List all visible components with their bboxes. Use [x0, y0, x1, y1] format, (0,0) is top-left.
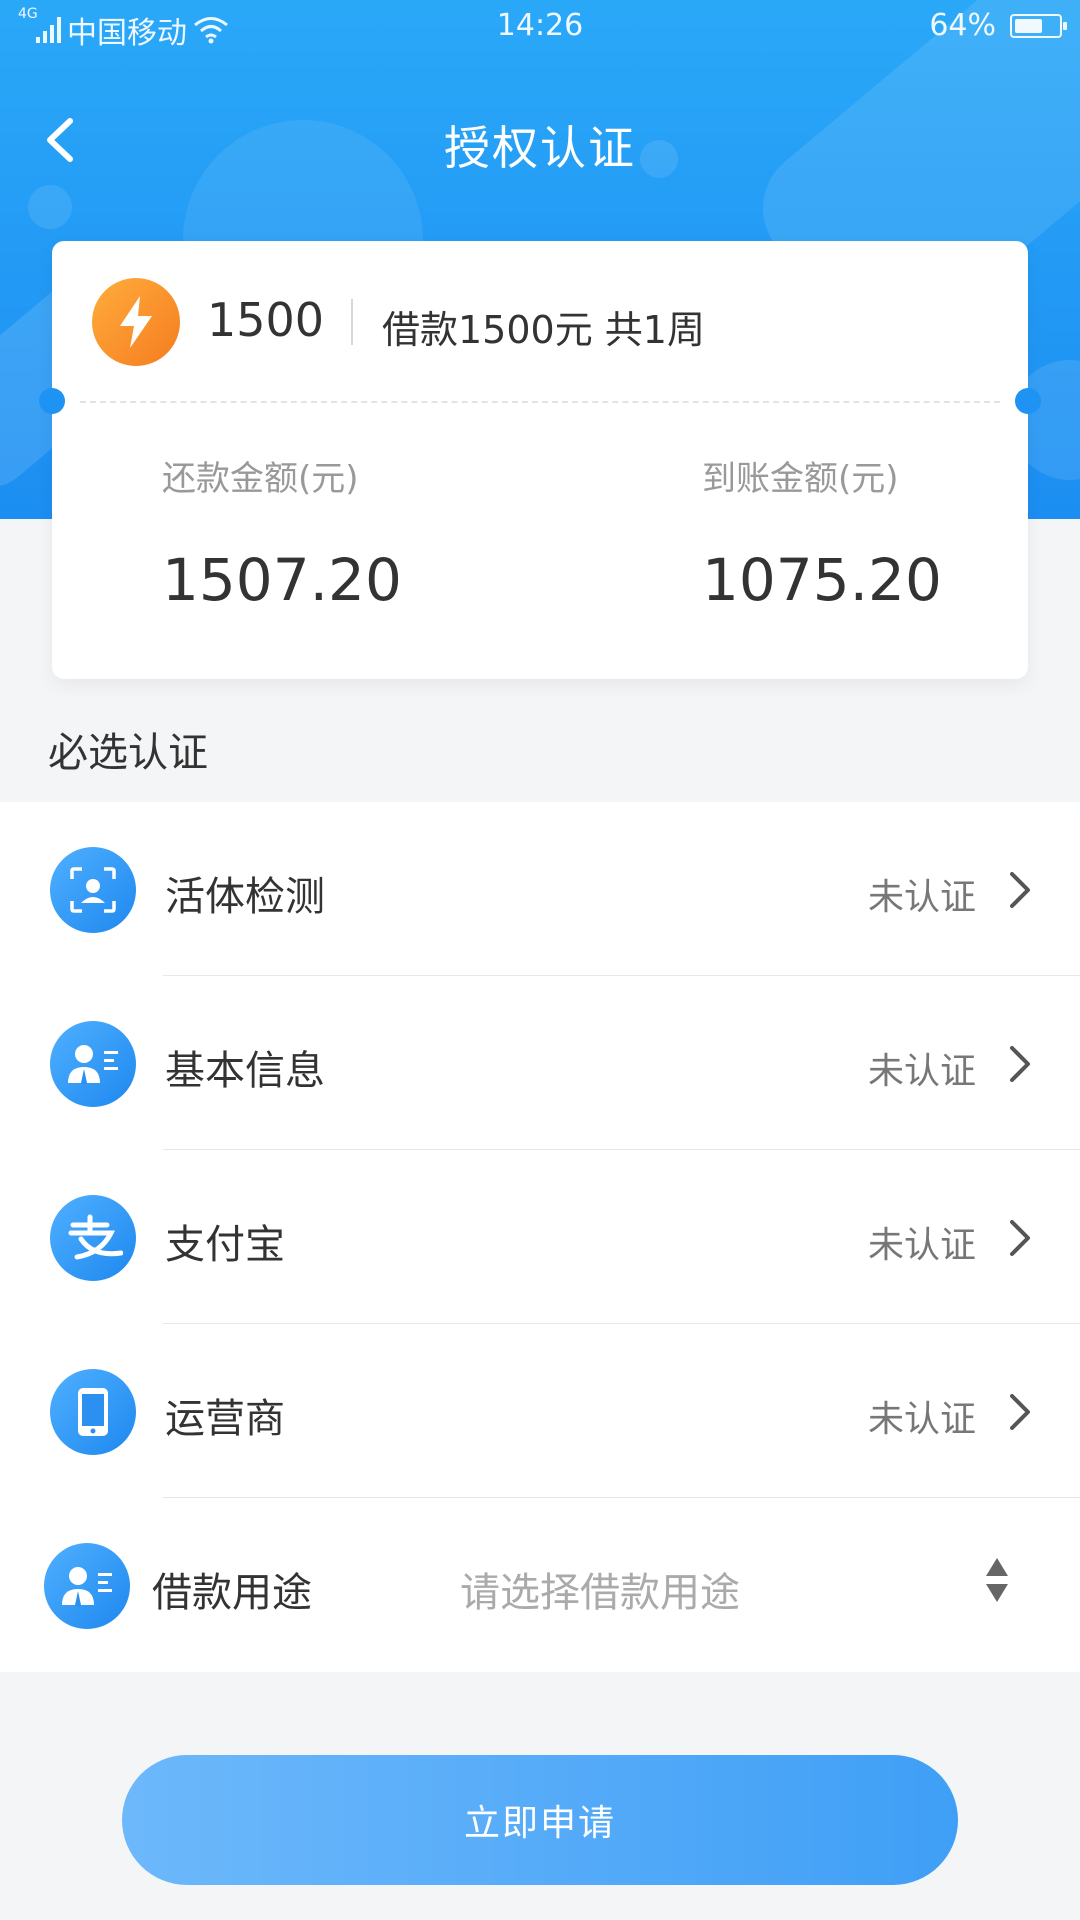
chevron-right-icon: [1010, 1394, 1030, 1430]
status-bar: 4G 中国移动 14:26 64%: [0, 0, 1080, 56]
list-item-carrier[interactable]: 运营商 未认证: [0, 1324, 1080, 1498]
user-info-icon: [44, 1543, 130, 1629]
chevron-right-icon: [1010, 1220, 1030, 1256]
loan-purpose-placeholder[interactable]: 请选择借款用途: [460, 1560, 740, 1618]
face-scan-icon: [50, 847, 136, 933]
alipay-icon: [50, 1195, 136, 1281]
phone-icon: [50, 1369, 136, 1455]
list-item-label: 活体检测: [165, 874, 325, 920]
repay-amount-label: 还款金额(元): [162, 459, 359, 499]
chevron-right-icon: [1010, 1046, 1030, 1082]
section-title: 必选认证: [48, 730, 208, 776]
status-text: 未认证: [867, 1399, 976, 1440]
card-separator: [351, 299, 353, 345]
dashed-divider: [80, 401, 1000, 403]
decor-circle: [28, 185, 72, 229]
status-time: 14:26: [496, 8, 584, 43]
sort-arrows-icon: [986, 1558, 1008, 1602]
chevron-right-icon: [1010, 872, 1030, 908]
loan-purpose-label: 借款用途: [152, 1570, 312, 1616]
battery-icon: [1010, 13, 1067, 38]
list-item-basic-info[interactable]: 基本信息 未认证: [0, 976, 1080, 1150]
user-info-icon: [50, 1021, 136, 1107]
loan-description: 借款1500元 共1周: [382, 308, 705, 352]
list-item-label: 支付宝: [165, 1222, 285, 1268]
loan-summary-card: 1500 借款1500元 共1周 还款金额(元) 到账金额(元) 1507.20…: [39, 241, 1041, 679]
verification-list: 活体检测 未认证 基本信息 未认证 支付宝 未认证 运营商 未认证 借款用途 请…: [0, 802, 1080, 1672]
arrive-amount-value: 1075.20: [702, 546, 942, 614]
status-text: 未认证: [867, 877, 976, 918]
list-item-label: 基本信息: [165, 1048, 325, 1094]
list-item-label: 运营商: [165, 1396, 285, 1442]
arrive-amount-label: 到账金额(元): [702, 459, 899, 499]
status-text: 未认证: [867, 1051, 976, 1092]
card-notch-left: [39, 388, 65, 414]
status-right: 64%: [929, 8, 1067, 43]
loan-purpose-select[interactable]: 借款用途 请选择借款用途: [0, 1498, 1080, 1672]
status-text: 未认证: [867, 1225, 976, 1266]
list-item-liveness[interactable]: 活体检测 未认证: [0, 802, 1080, 976]
card-notch-right: [1015, 388, 1041, 414]
list-item-alipay[interactable]: 支付宝 未认证: [0, 1150, 1080, 1324]
battery-percent: 64%: [929, 8, 996, 43]
bolt-icon: [92, 278, 180, 366]
apply-button[interactable]: 立即申请: [122, 1755, 958, 1885]
page-title: 授权认证: [444, 121, 636, 175]
battery-fill: [1015, 18, 1042, 33]
repay-amount-value: 1507.20: [162, 546, 402, 614]
loan-amount: 1500: [207, 293, 325, 347]
